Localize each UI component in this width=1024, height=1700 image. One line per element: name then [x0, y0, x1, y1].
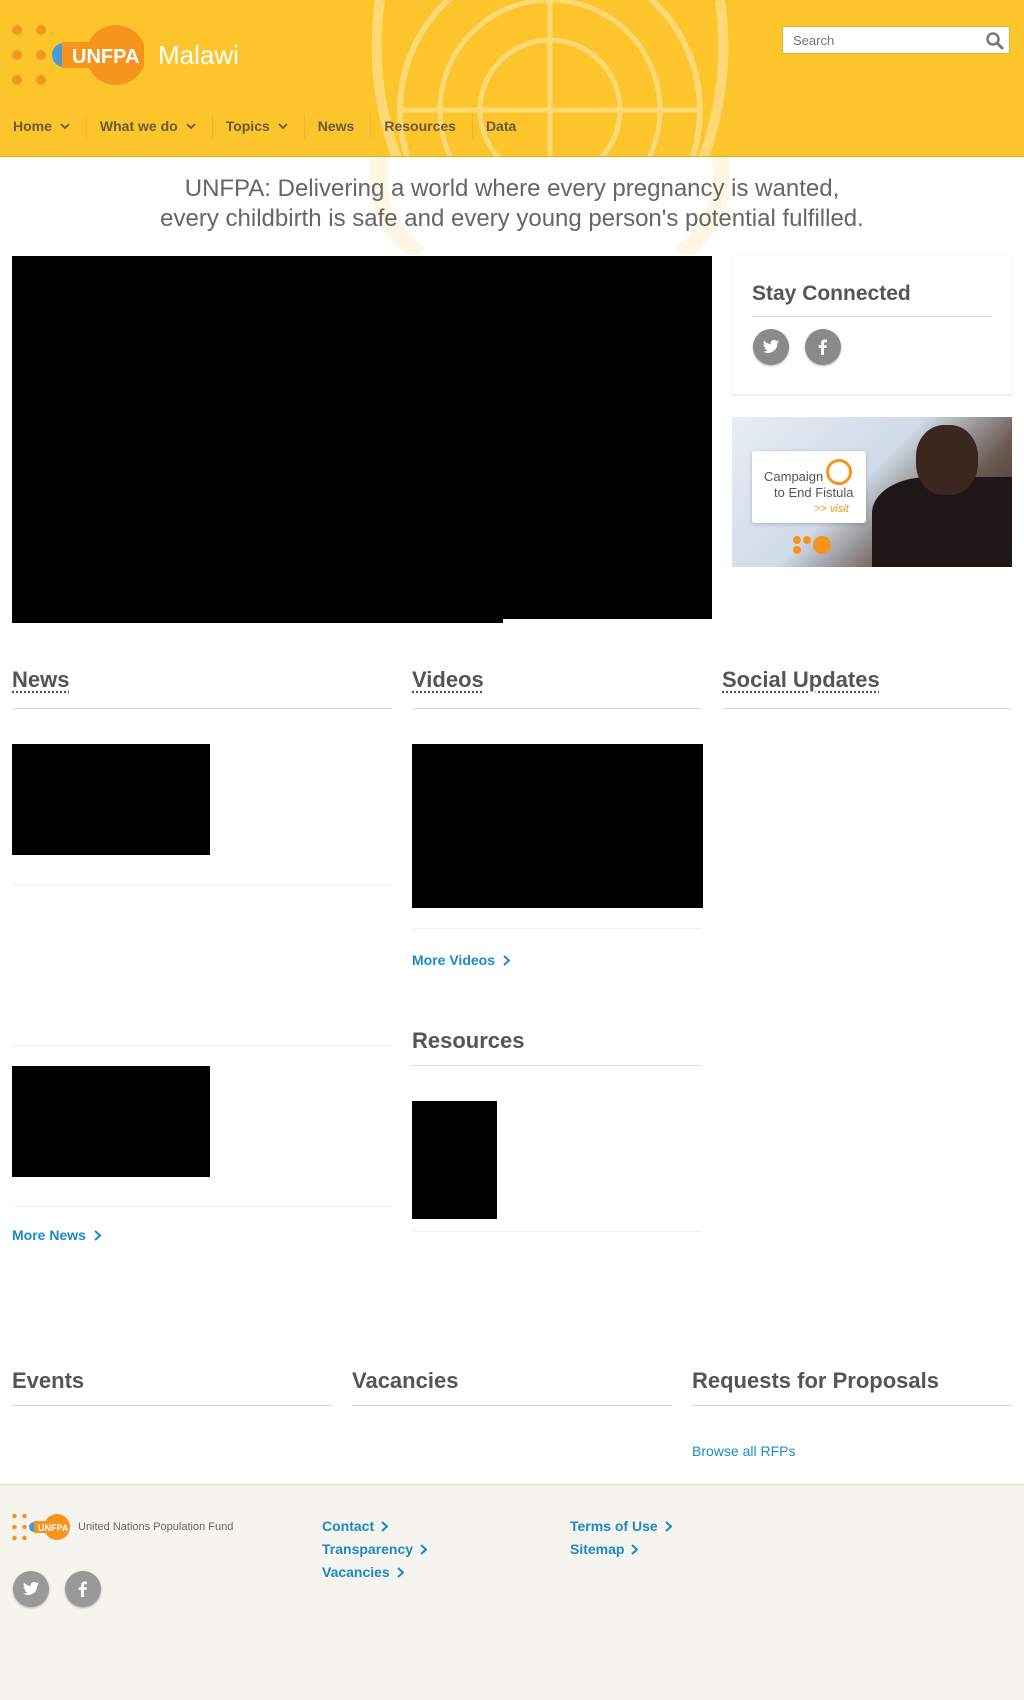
banner-title-1: Campaign [764, 469, 824, 484]
footer-link-contact[interactable]: Contact [322, 1518, 389, 1534]
video-thumbnail[interactable] [412, 744, 703, 908]
nav-item-topics[interactable]: Topics [213, 114, 305, 138]
divider [722, 708, 1012, 709]
news-heading[interactable]: News [12, 667, 69, 693]
divider [352, 1405, 672, 1406]
chevron-right-icon [381, 1520, 389, 1532]
facebook-button[interactable] [805, 329, 841, 365]
chevron-right-icon [94, 1229, 101, 1241]
vacancies-heading: Vacancies [352, 1368, 459, 1393]
divider [12, 1045, 392, 1046]
divider [412, 928, 702, 929]
divider [412, 1231, 702, 1232]
twitter-icon [763, 339, 779, 353]
footer-link-label: Contact [322, 1518, 375, 1534]
divider [12, 708, 392, 709]
footer-link-vacancies[interactable]: Vacancies [322, 1564, 404, 1580]
footer-link-label: Transparency [322, 1541, 414, 1557]
mission-tagline: UNFPA: Delivering a world where every pr… [0, 174, 1024, 234]
twitter-icon [23, 1581, 39, 1595]
news-thumbnail[interactable] [12, 744, 210, 855]
footer-link-sitemap[interactable]: Sitemap [570, 1541, 639, 1557]
videos-heading[interactable]: Videos [412, 667, 484, 693]
more-videos-link[interactable]: More Videos [412, 952, 510, 968]
footer-logo-text: UNFPA [38, 1523, 69, 1533]
hero-slider-image[interactable] [12, 256, 503, 623]
footer-link-terms[interactable]: Terms of Use [570, 1518, 672, 1534]
divider [412, 708, 702, 709]
site-footer: UNFPA United Nations Population Fund Con… [0, 1484, 1024, 1700]
chevron-right-icon [420, 1543, 428, 1555]
nav-item-news[interactable]: News [305, 114, 372, 138]
facebook-icon [818, 339, 827, 355]
footer-facebook-button[interactable] [65, 1571, 101, 1607]
chevron-right-icon [665, 1520, 672, 1532]
nav-label: Topics [225, 118, 270, 134]
chevron-right-icon [631, 1543, 639, 1555]
banner-photo-face [916, 425, 978, 495]
chevron-right-icon [503, 954, 510, 966]
divider [692, 1405, 1012, 1406]
nav-label: Home [13, 118, 52, 134]
footer-org-name: United Nations Population Fund [78, 1521, 234, 1533]
nav-label: What we do [99, 118, 178, 134]
news-thumbnail[interactable] [12, 1066, 210, 1177]
events-heading: Events [12, 1368, 85, 1393]
search-input[interactable] [783, 27, 983, 53]
unfpa-logo[interactable]: UNFPA [12, 24, 144, 86]
site-header: UNFPA Malawi Home What we do Topics [0, 0, 1024, 157]
banner-title-2: to End Fistula [774, 485, 854, 500]
more-videos-label: More Videos [412, 952, 495, 968]
more-news-label: More News [12, 1227, 86, 1243]
banner-unfpa-mark [793, 536, 831, 554]
footer-link-label: Vacancies [322, 1564, 390, 1580]
rfps-heading: Requests for Proposals [692, 1368, 939, 1393]
page: UNFPA Malawi Home What we do Topics [0, 0, 1024, 1700]
stay-connected-title: Stay Connected [752, 282, 911, 305]
hero-image-secondary[interactable] [500, 256, 712, 619]
nav-item-resources[interactable]: Resources [371, 114, 473, 138]
nav-label: News [317, 118, 355, 134]
search-box [782, 26, 1010, 54]
banner-visit-link[interactable]: >> visit [814, 503, 849, 515]
footer-twitter-button[interactable] [13, 1571, 49, 1607]
footer-link-label: Terms of Use [570, 1518, 658, 1534]
nav-label: Data [485, 118, 517, 134]
chevron-down-icon [60, 122, 70, 129]
tagline-line-2: every childbirth is safe and every young… [160, 205, 864, 232]
logo-text: UNFPA [72, 46, 139, 68]
campaign-banner[interactable]: Campaign to End Fistula >> visit [732, 417, 1012, 567]
search-icon[interactable] [985, 31, 1005, 51]
facebook-icon [78, 1581, 87, 1597]
footer-link-label: Sitemap [570, 1541, 625, 1557]
tagline-line-1: UNFPA: Delivering a world where every pr… [184, 175, 840, 202]
nav-item-home[interactable]: Home [0, 114, 87, 138]
chevron-down-icon [278, 122, 288, 129]
site-name: Malawi [158, 40, 239, 70]
footer-link-transparency[interactable]: Transparency [322, 1541, 428, 1557]
resources-heading: Resources [412, 1028, 525, 1053]
banner-card: Campaign to End Fistula >> visit [752, 451, 866, 523]
chevron-right-icon [397, 1566, 404, 1578]
social-updates-heading[interactable]: Social Updates [722, 667, 880, 693]
divider [412, 1065, 702, 1066]
divider [12, 884, 392, 885]
nav-label: Resources [384, 118, 456, 134]
divider [12, 1206, 392, 1207]
resource-thumbnail[interactable] [412, 1101, 497, 1219]
more-news-link[interactable]: More News [12, 1227, 101, 1243]
divider [12, 1405, 332, 1406]
main-nav: Home What we do Topics News Resources Da… [0, 114, 532, 138]
campaign-ring-icon [826, 459, 852, 485]
stay-connected-panel: Stay Connected [732, 256, 1012, 394]
divider [752, 316, 992, 317]
browse-rfps-link[interactable]: Browse all RFPs [692, 1443, 795, 1459]
unfpa-footer-logo[interactable]: UNFPA [12, 1513, 70, 1541]
nav-item-what-we-do[interactable]: What we do [87, 114, 213, 138]
chevron-down-icon [186, 122, 196, 129]
nav-item-data[interactable]: Data [473, 114, 532, 138]
twitter-button[interactable] [753, 329, 789, 365]
